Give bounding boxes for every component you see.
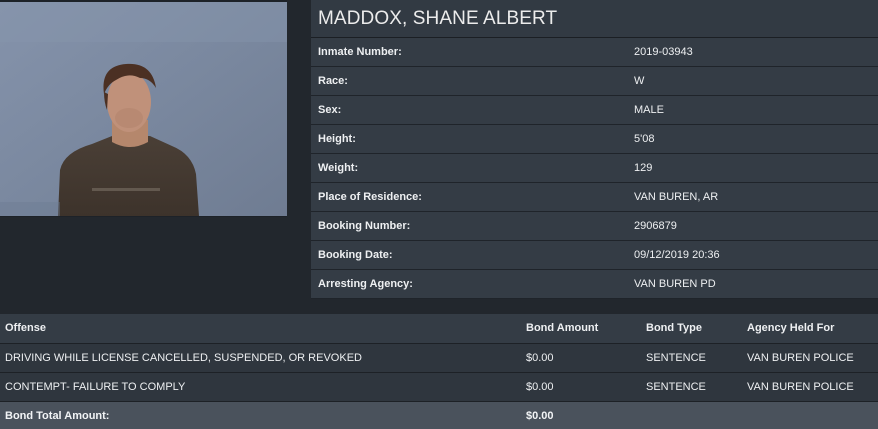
detail-label: Sex: (318, 104, 342, 116)
offense-table: Offense Bond Amount Bond Type Agency Hel… (0, 314, 878, 429)
detail-row-weight: Weight: 129 (311, 154, 878, 183)
detail-row-residence: Place of Residence: VAN BUREN, AR (311, 183, 878, 212)
inmate-details-panel: MADDOX, SHANE ALBERT Inmate Number: 2019… (311, 0, 878, 299)
bond-type-cell: SENTENCE (646, 351, 706, 364)
offense-cell: CONTEMPT- FAILURE TO COMPLY (5, 380, 186, 393)
detail-row-booking-date: Booking Date: 09/12/2019 20:36 (311, 241, 878, 270)
detail-row-inmate-number: Inmate Number: 2019-03943 (311, 38, 878, 67)
detail-value: 129 (634, 162, 653, 174)
detail-row-booking-number: Booking Number: 2906879 (311, 212, 878, 241)
detail-value: 2906879 (634, 220, 677, 232)
agency-cell: VAN BUREN POLICE (747, 351, 854, 364)
detail-label: Inmate Number: (318, 46, 402, 58)
inmate-name: MADDOX, SHANE ALBERT (318, 7, 558, 29)
inmate-name-header: MADDOX, SHANE ALBERT (311, 0, 878, 38)
detail-label: Race: (318, 75, 348, 87)
detail-value: 2019-03943 (634, 46, 693, 58)
bond-type-cell: SENTENCE (646, 380, 706, 393)
column-header-offense: Offense (5, 322, 46, 335)
offense-table-header: Offense Bond Amount Bond Type Agency Hel… (0, 314, 878, 343)
bond-total-row: Bond Total Amount: $0.00 (0, 401, 878, 429)
bond-total-label: Bond Total Amount: (5, 409, 110, 422)
inmate-record-page: MADDOX, SHANE ALBERT Inmate Number: 2019… (0, 0, 878, 429)
detail-row-height: Height: 5'08 (311, 125, 878, 154)
bond-total-value: $0.00 (526, 409, 554, 422)
detail-value: 09/12/2019 20:36 (634, 249, 720, 261)
detail-value: W (634, 75, 645, 87)
column-header-bond-type: Bond Type (646, 322, 703, 335)
empty-cell (742, 401, 878, 429)
empty-cell (641, 401, 742, 429)
detail-value: 5'08 (634, 133, 655, 145)
table-row: DRIVING WHILE LICENSE CANCELLED, SUSPEND… (0, 343, 878, 372)
mugshot-photo (0, 2, 287, 216)
bond-amount-cell: $0.00 (526, 351, 554, 364)
column-header-agency-held-for: Agency Held For (747, 322, 835, 335)
detail-value: MALE (634, 104, 664, 116)
detail-label: Weight: (318, 162, 359, 174)
bond-amount-cell: $0.00 (526, 380, 554, 393)
mugshot-frame (0, 0, 287, 217)
table-row: CONTEMPT- FAILURE TO COMPLY $0.00 SENTEN… (0, 372, 878, 401)
column-header-bond-amount: Bond Amount (526, 322, 599, 335)
detail-label: Arresting Agency: (318, 278, 413, 290)
detail-row-arresting-agency: Arresting Agency: VAN BUREN PD (311, 270, 878, 299)
detail-value: VAN BUREN PD (634, 278, 716, 290)
detail-value: VAN BUREN, AR (634, 191, 719, 203)
detail-label: Booking Number: (318, 220, 411, 232)
offense-cell: DRIVING WHILE LICENSE CANCELLED, SUSPEND… (5, 351, 362, 364)
detail-label: Place of Residence: (318, 191, 422, 203)
detail-row-race: Race: W (311, 67, 878, 96)
detail-row-sex: Sex: MALE (311, 96, 878, 125)
detail-label: Booking Date: (318, 249, 393, 261)
detail-label: Height: (318, 133, 356, 145)
agency-cell: VAN BUREN POLICE (747, 380, 854, 393)
